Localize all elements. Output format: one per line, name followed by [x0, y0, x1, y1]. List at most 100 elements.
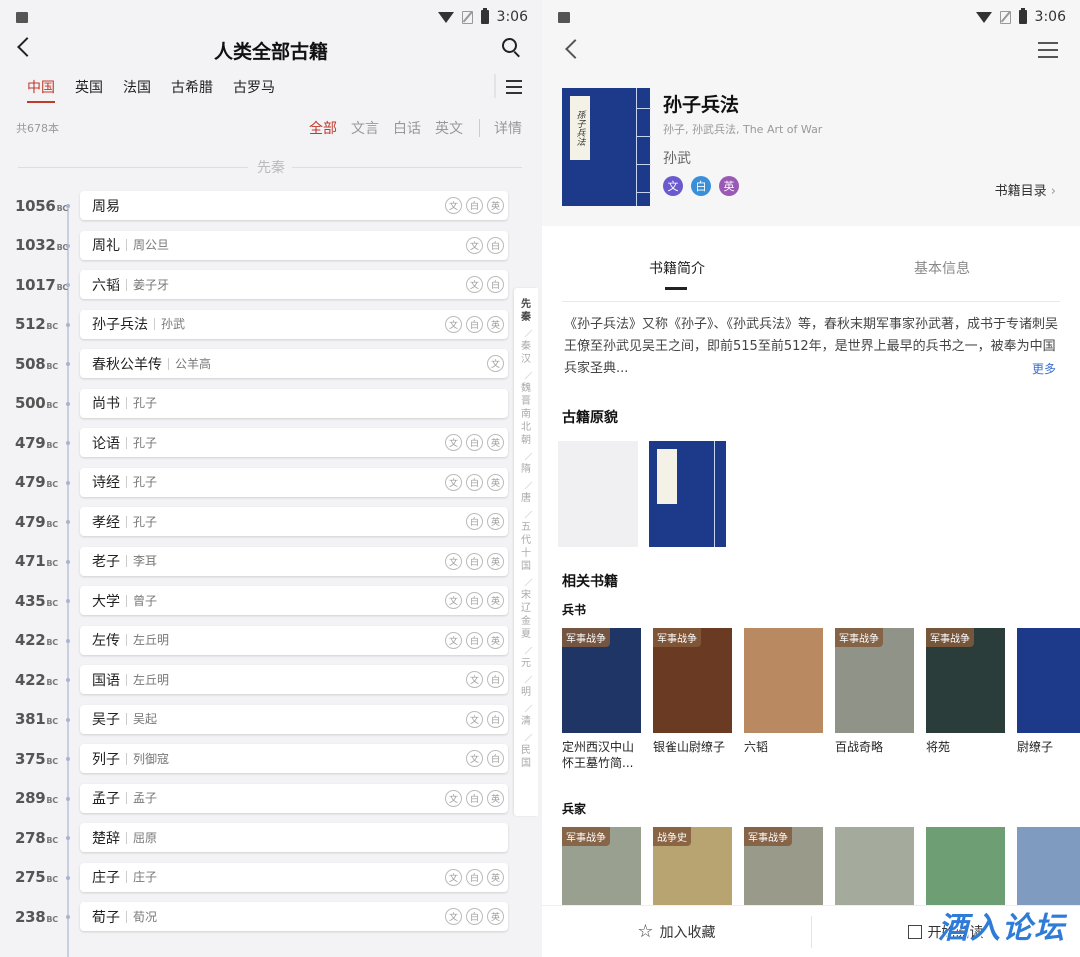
book-card[interactable]: 论语 孔子 文白英 — [80, 428, 508, 458]
detail-toggle[interactable]: 详情 — [494, 118, 522, 138]
book-card[interactable]: 诗经 孔子 文白英 — [80, 467, 508, 497]
book-name: 六韬 — [92, 277, 120, 294]
book-card[interactable]: 孟子 孟子 文白英 — [80, 783, 508, 813]
book-author[interactable]: 孙武 — [663, 148, 691, 168]
favorite-button[interactable]: ☆ 加入收藏 — [542, 906, 811, 957]
tab-country-4[interactable]: 古罗马 — [233, 71, 275, 103]
book-name: 春秋公羊传 — [92, 356, 162, 373]
dynasty-item[interactable]: 秦汉 — [520, 340, 532, 366]
book-card[interactable]: 国语 左丘明 文白 — [80, 665, 508, 695]
toc-link[interactable]: 书籍目录 — [995, 180, 1056, 199]
related-book[interactable]: 军事战争 银雀山尉缭子 — [653, 628, 732, 755]
book-author: 李耳 — [126, 555, 157, 568]
version-badge: 文 — [466, 236, 483, 254]
back-icon[interactable] — [565, 39, 585, 59]
timeline-dot — [66, 757, 70, 761]
dynasty-char: 魏 — [521, 383, 531, 394]
related-book-cover[interactable] — [744, 628, 823, 733]
filter-0[interactable]: 全部 — [309, 118, 337, 138]
version-badge: 文 — [445, 552, 462, 570]
original-cover-image[interactable] — [649, 441, 726, 547]
book-cover[interactable]: 孫子兵法 — [562, 88, 651, 206]
related-book-cover[interactable]: 军事战争 — [562, 628, 641, 733]
book-name: 庄子 — [92, 870, 120, 887]
filter-3[interactable]: 英文 — [435, 118, 463, 138]
book-card[interactable]: 尚书 孔子 — [80, 388, 508, 418]
menu-icon[interactable] — [1038, 42, 1058, 63]
dynasty-char: 隋 — [521, 464, 531, 475]
dynasty-item[interactable]: 五代十国 — [520, 521, 532, 573]
book-card[interactable]: 孙子兵法 孙武 文白英 — [80, 309, 508, 339]
related-book-cover[interactable] — [1017, 628, 1080, 733]
dynasty-item[interactable]: 清 — [520, 715, 532, 728]
dynasty-item[interactable]: 宋辽金夏 — [520, 589, 532, 641]
year-era: BC — [46, 914, 58, 924]
tab-divider — [494, 74, 496, 98]
book-year: 479BC — [0, 434, 68, 452]
book-card[interactable]: 周礼 周公旦 文白 — [80, 230, 508, 260]
related-book-cover[interactable]: 军事战争 — [835, 628, 914, 733]
dynasty-item[interactable]: 魏晋南北朝 — [520, 382, 532, 447]
book-name: 大学 — [92, 593, 120, 610]
year-value: 479 — [15, 433, 46, 452]
dynasty-char: 北 — [521, 422, 531, 433]
menu-icon[interactable] — [506, 80, 522, 98]
search-icon[interactable] — [502, 38, 520, 58]
tab-country-1[interactable]: 英国 — [75, 71, 103, 103]
related-book-title: 定州西汉中山怀王墓竹简... — [562, 740, 635, 770]
version-badge: 文 — [445, 868, 462, 886]
book-list: 1056BC 周易文白英 1032BC 周礼 周公旦文白 1017BC 六韬 姜子牙文白 512… — [0, 186, 542, 937]
related-book[interactable]: 六韬 — [744, 628, 823, 755]
version-badge: 文 — [466, 276, 483, 294]
dynasty-item[interactable]: 民国 — [520, 744, 532, 770]
back-icon[interactable] — [17, 37, 37, 57]
dynasty-item[interactable]: 明 — [520, 686, 532, 699]
book-card[interactable]: 老子 李耳 文白英 — [80, 546, 508, 576]
related-book-cover[interactable]: 军事战争 — [653, 628, 732, 733]
book-card[interactable]: 周易 文白英 — [80, 191, 508, 221]
detail-tabs: 书籍简介 基本信息 — [542, 226, 1080, 302]
version-chip[interactable]: 英 — [719, 176, 739, 196]
related-book[interactable]: 军事战争定州西汉中山怀王墓竹简... — [562, 628, 641, 771]
filter-1[interactable]: 文言 — [351, 118, 379, 138]
dynasty-char: 宋 — [521, 590, 531, 601]
book-card[interactable]: 春秋公羊传 公羊高 文 — [80, 349, 508, 379]
original-page-image[interactable] — [558, 441, 638, 547]
version-badge: 白 — [466, 513, 483, 531]
filter-2[interactable]: 白话 — [393, 118, 421, 138]
dynasty-item[interactable]: 先秦 — [520, 298, 532, 324]
category-tag: 军事战争 — [926, 628, 974, 647]
tab-country-3[interactable]: 古希腊 — [171, 71, 213, 103]
tab-basic-info[interactable]: 基本信息 — [914, 258, 970, 278]
related-book[interactable]: 军事战争 百战奇略 — [835, 628, 914, 755]
dynasty-item[interactable]: 隋 — [520, 463, 532, 476]
related-book[interactable]: 军事战争 将苑 — [926, 628, 1005, 755]
version-chip[interactable]: 文 — [663, 176, 683, 196]
book-card[interactable]: 庄子 庄子 文白英 — [80, 862, 508, 892]
book-author: 孙武 — [154, 318, 185, 331]
book-card[interactable]: 楚辞 屈原 — [80, 823, 508, 853]
version-badge: 白 — [466, 908, 483, 926]
related-book-cover[interactable]: 军事战争 — [926, 628, 1005, 733]
book-card[interactable]: 吴子 吴起 文白 — [80, 704, 508, 734]
book-card[interactable]: 大学 曾子 文白英 — [80, 586, 508, 616]
book-card[interactable]: 荀子 荀况 文白英 — [80, 902, 508, 932]
era-divider: 先秦 — [0, 148, 542, 186]
dynasty-item[interactable]: 元 — [520, 657, 532, 670]
book-card[interactable]: 左传 左丘明 文白英 — [80, 625, 508, 655]
dynasty-char: 秦 — [521, 341, 531, 352]
tab-intro[interactable]: 书籍简介 — [649, 258, 705, 290]
tab-country-0[interactable]: 中国 — [27, 71, 55, 103]
related-book[interactable]: 尉缭子 — [1017, 628, 1080, 755]
book-card[interactable]: 列子 列御寇 文白 — [80, 744, 508, 774]
book-card[interactable]: 孝经 孔子 白英 — [80, 507, 508, 537]
more-link[interactable]: 更多 — [1032, 358, 1056, 380]
version-chip[interactable]: 白 — [691, 176, 711, 196]
tab-country-2[interactable]: 法国 — [123, 71, 151, 103]
dynasty-item[interactable]: 唐 — [520, 492, 532, 505]
book-card[interactable]: 六韬 姜子牙 文白 — [80, 270, 508, 300]
dynasty-separator — [519, 476, 533, 490]
related-book-title: 尉缭子 — [1017, 740, 1054, 754]
dynasty-index: 先秦秦汉魏晋南北朝隋唐五代十国宋辽金夏元明清民国 — [514, 288, 538, 816]
version-chips: 文白英 — [663, 176, 739, 196]
